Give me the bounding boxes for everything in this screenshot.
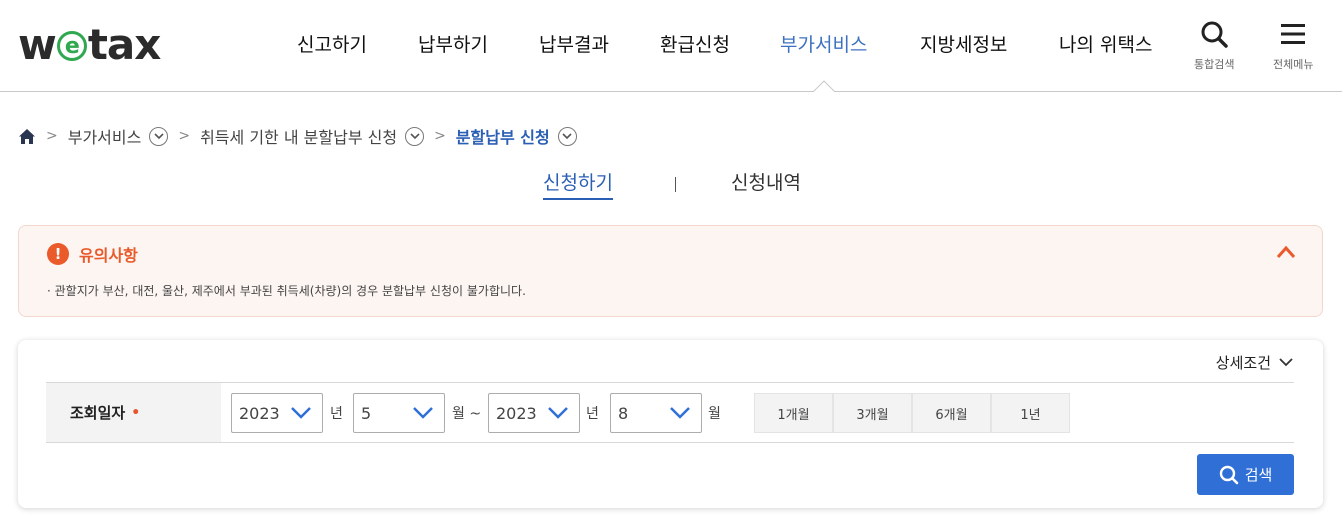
detail-conditions-label: 상세조건 [1215, 354, 1271, 372]
start-year-select[interactable]: 2023 [231, 393, 323, 433]
nav-pay-result[interactable]: 납부결과 [539, 30, 609, 57]
home-icon[interactable] [18, 128, 36, 145]
end-month-select[interactable]: 8 [610, 393, 702, 433]
date-label-text: 조회일자 [70, 404, 126, 422]
breadcrumb-chevron-icon: > [46, 128, 58, 144]
end-year-unit: 년 [586, 406, 599, 422]
breadcrumb-item-extra-services[interactable]: 부가서비스 [68, 124, 142, 148]
search-button[interactable]: 검색 [1197, 454, 1294, 495]
month-unit-tilde: 월 ~ [452, 406, 482, 422]
content-tabs: 신청하기 신청내역 [0, 168, 1342, 200]
chevron-down-icon [548, 407, 568, 419]
breadcrumb-chevron-icon: > [434, 128, 446, 144]
start-month-value: 5 [361, 403, 372, 423]
end-year-select[interactable]: 2023 [488, 393, 580, 433]
date-row: 조회일자 • 2023 년 5 월 ~ 2023 년 8 월 1개월 3개월 6… [46, 382, 1294, 443]
start-year-value: 2023 [239, 403, 280, 423]
nav-pay[interactable]: 납부하기 [418, 30, 488, 57]
breadcrumb: > 부가서비스 > 취득세 기한 내 분할납부 신청 > 분할납부 신청 [18, 124, 577, 148]
nav-report[interactable]: 신고하기 [297, 30, 367, 57]
total-search-label: 통합검색 [1194, 58, 1235, 71]
period-1year-button[interactable]: 1년 [991, 393, 1070, 433]
total-search[interactable]: 통합검색 [1194, 20, 1234, 72]
chevron-down-icon[interactable] [149, 126, 169, 146]
breadcrumb-chevron-icon: > [178, 128, 191, 144]
tab-apply[interactable]: 신청하기 [543, 168, 613, 200]
nav-refund[interactable]: 환급신청 [660, 30, 730, 57]
detail-conditions-toggle[interactable]: 상세조건 [1216, 352, 1293, 373]
search-icon [1201, 21, 1228, 48]
breadcrumb-item-current: 분할납부 신청 [455, 128, 550, 147]
year-unit: 년 [330, 406, 343, 422]
nav-extra-services[interactable]: 부가서비스 [780, 30, 867, 57]
notice-panel: ! 유의사항 · 관할지가 부산, 대전, 울산, 제주에서 부과된 취득세(차… [18, 225, 1323, 317]
nav-local-tax-info[interactable]: 지방세정보 [920, 30, 1007, 57]
exclamation-icon: ! [47, 243, 69, 265]
tab-history[interactable]: 신청내역 [731, 168, 801, 195]
period-1month-button[interactable]: 1개월 [754, 393, 833, 433]
search-icon [1219, 465, 1238, 484]
chevron-down-icon[interactable] [557, 126, 577, 146]
main-nav: 신고하기 납부하기 납부결과 환급신청 부가서비스 지방세정보 나의 위택스 [0, 30, 1342, 58]
all-menu-label: 전체메뉴 [1273, 58, 1314, 71]
notice-title: ! 유의사항 [47, 242, 138, 266]
breadcrumb-item-installment[interactable]: 취득세 기한 내 분할납부 신청 [200, 124, 397, 148]
notice-title-text: 유의사항 [79, 246, 138, 265]
hamburger-icon [1281, 24, 1306, 44]
chevron-down-icon [413, 407, 433, 419]
start-month-select[interactable]: 5 [353, 393, 445, 433]
all-menu[interactable]: 전체메뉴 [1273, 20, 1313, 72]
active-nav-caret-icon [813, 80, 835, 92]
site-header: w e tax 신고하기 납부하기 납부결과 환급신청 부가서비스 지방세정보 나의… [0, 0, 1342, 92]
chevron-up-icon[interactable] [1276, 244, 1296, 260]
search-panel: 상세조건 조회일자 • 2023 년 5 월 ~ 2023 년 8 월 1개월 … [18, 340, 1323, 508]
chevron-down-icon [1279, 358, 1293, 367]
period-6month-button[interactable]: 6개월 [912, 393, 991, 433]
nav-my-wetax[interactable]: 나의 위택스 [1059, 30, 1152, 57]
notice-text: · 관할지가 부산, 대전, 울산, 제주에서 부과된 취득세(차량)의 경우 … [47, 284, 526, 298]
end-year-value: 2023 [496, 403, 537, 423]
date-row-label: 조회일자 • [46, 383, 221, 442]
end-month-value: 8 [618, 403, 629, 423]
chevron-down-icon [291, 407, 311, 419]
period-3month-button[interactable]: 3개월 [833, 393, 912, 433]
chevron-down-icon[interactable] [405, 126, 425, 146]
chevron-down-icon [670, 407, 690, 419]
required-mark: • [131, 404, 141, 421]
search-button-label: 검색 [1244, 466, 1273, 484]
tab-divider [675, 177, 676, 192]
end-month-unit: 월 [708, 406, 721, 422]
